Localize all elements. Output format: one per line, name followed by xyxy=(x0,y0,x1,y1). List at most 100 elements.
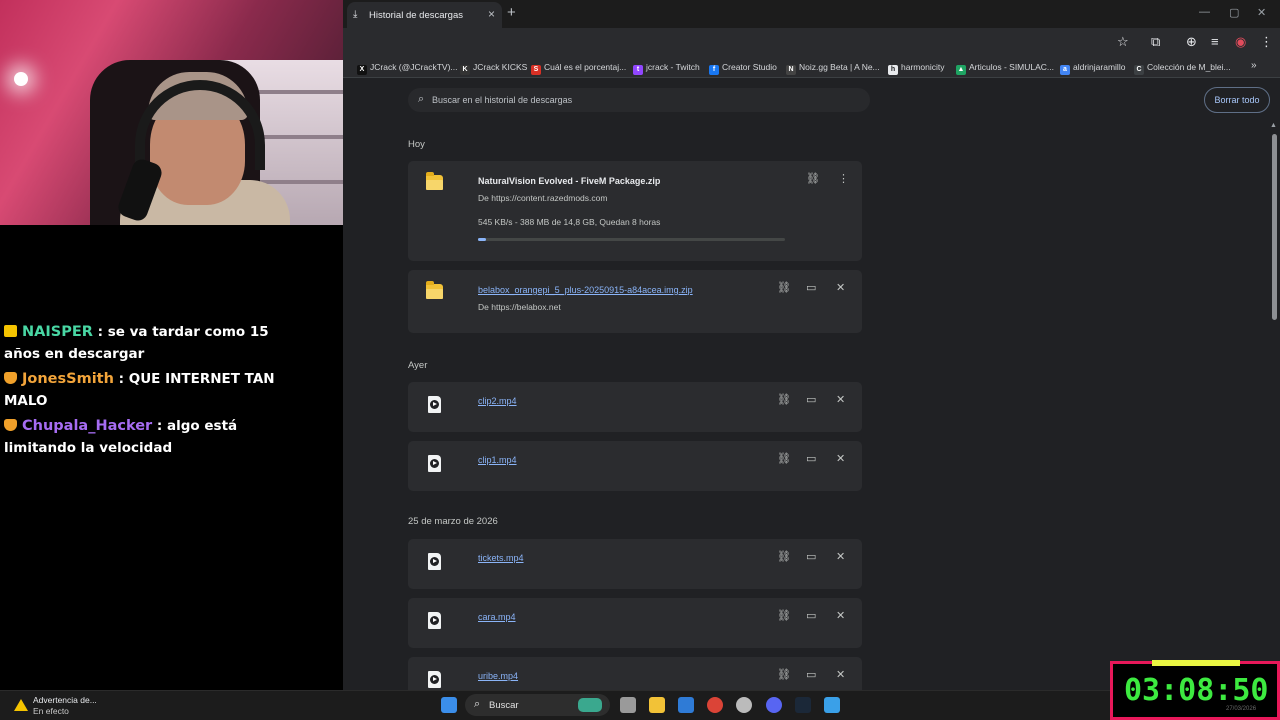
bookmark-item[interactable]: X JCrack (@JCrackTV)... xyxy=(357,62,458,75)
close-window-icon[interactable]: ✕ xyxy=(1257,6,1266,19)
profile-icon[interactable]: ◉ xyxy=(1235,34,1246,50)
downloads-icon[interactable]: ⊕ xyxy=(1186,34,1197,50)
kick-icon: K xyxy=(460,65,470,75)
downloads-page: ⌕ Buscar en el historial de descargas Bo… xyxy=(343,78,1280,690)
close-tab-icon[interactable]: × xyxy=(488,7,495,21)
chat-message: Chupala_Hacker : algo está limitando la … xyxy=(0,416,300,459)
zip-file-icon xyxy=(426,172,443,190)
download-item: belabox_orangepi_5_plus-20250915-a84acea… xyxy=(408,270,862,333)
bookmark-item[interactable]: S Cuál es el porcentaj... xyxy=(531,62,626,75)
collection-icon: C xyxy=(1134,65,1144,75)
scrollbar[interactable]: ▲ xyxy=(1270,122,1278,690)
copy-link-icon[interactable]: ⛓ xyxy=(777,281,791,294)
new-tab-icon[interactable]: + xyxy=(507,4,516,21)
windows-start-icon[interactable] xyxy=(441,697,457,713)
file-name[interactable]: uribe.mp4 xyxy=(478,671,518,681)
more-actions-icon[interactable]: ⋮ xyxy=(838,172,849,185)
download-icon: ⤓ xyxy=(353,9,358,20)
file-name[interactable]: NaturalVision Evolved - FiveM Package.zi… xyxy=(478,176,660,186)
bookmark-item[interactable]: a aldrinjaramillo xyxy=(1060,62,1125,75)
chat-username: JonesSmith xyxy=(22,371,114,387)
clear-all-button[interactable]: Borrar todo xyxy=(1204,87,1270,113)
s-icon: S xyxy=(531,65,541,75)
remove-icon[interactable]: ✕ xyxy=(836,393,845,406)
doc-icon: a xyxy=(1060,65,1070,75)
remove-icon[interactable]: ✕ xyxy=(836,550,845,563)
app-icon[interactable] xyxy=(736,697,752,713)
file-name[interactable]: belabox_orangepi_5_plus-20250915-a84acea… xyxy=(478,285,693,295)
shield-badge-icon xyxy=(4,419,17,431)
mail-icon[interactable] xyxy=(678,697,694,713)
file-name[interactable]: clip2.mp4 xyxy=(478,396,517,406)
remove-icon[interactable]: ✕ xyxy=(836,281,845,294)
minimize-icon[interactable]: — xyxy=(1199,6,1210,18)
more-bookmarks-icon[interactable]: » xyxy=(1251,60,1257,71)
remove-icon[interactable]: ✕ xyxy=(836,609,845,622)
copy-link-icon[interactable]: ⛓ xyxy=(777,452,791,465)
scroll-up-icon[interactable]: ▲ xyxy=(1270,122,1277,129)
file-name[interactable]: cara.mp4 xyxy=(478,612,516,622)
bookmark-item[interactable]: C Colección de M_blei... xyxy=(1134,62,1231,75)
search-downloads[interactable]: ⌕ Buscar en el historial de descargas xyxy=(408,88,870,112)
discord-icon[interactable] xyxy=(766,697,782,713)
stream-timer: 03:08:50 xyxy=(1124,673,1269,708)
show-in-folder-icon[interactable]: ▭ xyxy=(806,393,816,406)
system-date: 27/03/2026 xyxy=(1226,706,1257,712)
file-name[interactable]: tickets.mp4 xyxy=(478,553,524,563)
bookmark-star-icon[interactable]: ☆ xyxy=(1117,34,1129,50)
bookmark-item[interactable]: f Creator Studio xyxy=(709,62,777,75)
reading-list-icon[interactable]: ≡ xyxy=(1211,34,1219,49)
twitch-icon: t xyxy=(633,65,643,75)
steam-icon[interactable] xyxy=(795,697,811,713)
chat-overlay: NAISPER : se va tardar como 15 años en d… xyxy=(0,322,300,463)
crown-badge-icon xyxy=(4,325,17,337)
tab-downloads[interactable]: ⤓ Historial de descargas × xyxy=(347,2,502,28)
show-in-folder-icon[interactable]: ▭ xyxy=(806,281,816,294)
bookmarks-bar: X JCrack (@JCrackTV)... K JCrack KICKS S Cu… xyxy=(343,56,1280,78)
x-icon: X xyxy=(357,65,367,75)
facebook-icon: f xyxy=(709,65,719,75)
bookmark-item[interactable]: ▲ Articulos - SIMULAC... xyxy=(956,62,1054,75)
windows-taskbar: Advertencia de... En efecto ⌕ Buscar xyxy=(0,690,1280,720)
chat-username: NAISPER xyxy=(22,324,93,340)
zip-file-icon xyxy=(426,281,443,299)
download-item: clip1.mp4 ⛓ ▭ ✕ xyxy=(408,441,862,491)
task-view-icon[interactable] xyxy=(620,697,636,713)
timer-accent xyxy=(1152,660,1240,666)
taskbar-search[interactable]: ⌕ Buscar xyxy=(465,694,610,716)
copy-link-icon[interactable]: ⛓ xyxy=(777,668,791,681)
video-file-icon xyxy=(428,396,441,413)
file-explorer-icon[interactable] xyxy=(649,697,665,713)
tab-title: Historial de descargas xyxy=(369,10,463,21)
extensions-icon[interactable]: ⧉ xyxy=(1151,34,1160,50)
copy-link-icon[interactable]: ⛓ xyxy=(806,172,820,185)
remove-icon[interactable]: ✕ xyxy=(836,668,845,681)
scrollbar-thumb[interactable] xyxy=(1272,134,1277,320)
download-item: cara.mp4 ⛓ ▭ ✕ xyxy=(408,598,862,648)
file-source: De https://belabox.net xyxy=(478,302,561,312)
notification-subtitle: En efecto xyxy=(33,706,69,716)
copy-link-icon[interactable]: ⛓ xyxy=(777,609,791,622)
show-in-folder-icon[interactable]: ▭ xyxy=(806,609,816,622)
remove-icon[interactable]: ✕ xyxy=(836,452,845,465)
bookmark-item[interactable]: t jcrack - Twitch xyxy=(633,62,700,75)
taskbar-search-label: Buscar xyxy=(489,700,519,711)
chrome-icon[interactable] xyxy=(707,697,723,713)
copy-link-icon[interactable]: ⛓ xyxy=(777,550,791,563)
download-item: uribe.mp4 ⛓ ▭ ✕ xyxy=(408,657,862,690)
photos-icon[interactable] xyxy=(824,697,840,713)
file-name[interactable]: clip1.mp4 xyxy=(478,455,517,465)
menu-icon[interactable]: ⋮ xyxy=(1260,34,1273,50)
download-item: clip2.mp4 ⛓ ▭ ✕ xyxy=(408,382,862,432)
bookmark-item[interactable]: h harmonicity xyxy=(888,62,944,75)
bookmark-item[interactable]: K JCrack KICKS xyxy=(460,62,527,75)
bookmark-item[interactable]: N Noiz.gg Beta | A Ne... xyxy=(786,62,880,75)
notification-title: Advertencia de... xyxy=(33,695,97,705)
search-input[interactable]: Buscar en el historial de descargas xyxy=(432,95,572,105)
show-in-folder-icon[interactable]: ▭ xyxy=(806,550,816,563)
copy-link-icon[interactable]: ⛓ xyxy=(777,393,791,406)
show-in-folder-icon[interactable]: ▭ xyxy=(806,668,816,681)
maximize-icon[interactable]: ▢ xyxy=(1229,6,1239,19)
search-highlight-icon xyxy=(578,698,602,712)
show-in-folder-icon[interactable]: ▭ xyxy=(806,452,816,465)
